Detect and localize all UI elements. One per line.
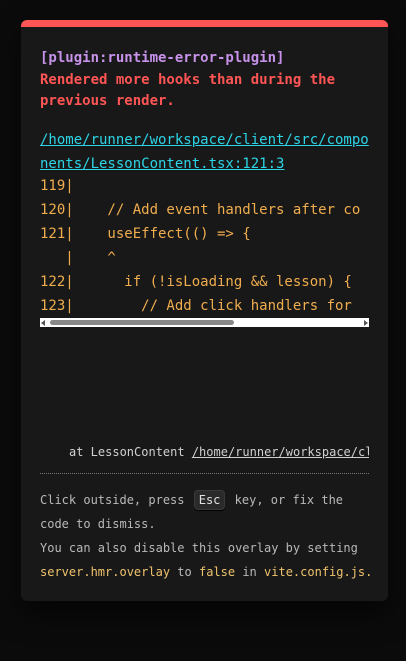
scroll-right-arrow-icon[interactable] xyxy=(364,319,368,326)
code-frame-line: 122| if (!isLoading && lesson) { xyxy=(40,274,352,290)
code-frame-line: 120| // Add event handlers after co xyxy=(40,202,361,218)
dismiss-tip: Click outside, press Esc key, or fix the… xyxy=(40,488,375,584)
divider xyxy=(40,473,369,474)
plugin-label: [plugin:runtime-error-plugin] xyxy=(40,50,285,66)
stack-trace: at LessonContent /home/runner/workspace/… xyxy=(40,440,369,464)
code-frame-line: 119| xyxy=(40,178,74,194)
hmr-setting: server.hmr.overlay xyxy=(40,565,171,579)
stack-path-link[interactable]: /home/runner/workspace/cl xyxy=(192,445,369,459)
tip-text: in xyxy=(242,565,257,579)
error-message: Rendered more hooks than during the prev… xyxy=(40,72,336,109)
config-file: vite.config.js. xyxy=(264,565,373,579)
code-frame-line: 123| // Add click handlers for xyxy=(40,298,352,314)
hmr-value: false xyxy=(198,565,236,579)
stack-prefix: at LessonContent xyxy=(69,445,185,459)
scrollbar-thumb[interactable] xyxy=(50,320,234,325)
esc-key: Esc xyxy=(193,490,226,510)
error-overlay: [plugin:runtime-error-plugin] Rendered m… xyxy=(21,20,388,601)
code-frame-scrollbar[interactable] xyxy=(40,318,369,327)
tip-text: Click outside, press xyxy=(40,493,185,507)
error-accent-bar xyxy=(21,20,388,27)
code-frame[interactable]: 119| 120| // Add event handlers after co… xyxy=(40,174,369,329)
error-file-link[interactable]: /home/runner/workspace/client/src/compon… xyxy=(40,128,370,176)
tip-text: You can also disable this overlay by set… xyxy=(40,541,358,555)
code-frame-line: 121| useEffect(() => { xyxy=(40,226,251,242)
tip-text: to xyxy=(177,565,192,579)
scroll-left-arrow-icon[interactable] xyxy=(41,319,45,326)
code-frame-line: | ^ xyxy=(40,250,116,266)
